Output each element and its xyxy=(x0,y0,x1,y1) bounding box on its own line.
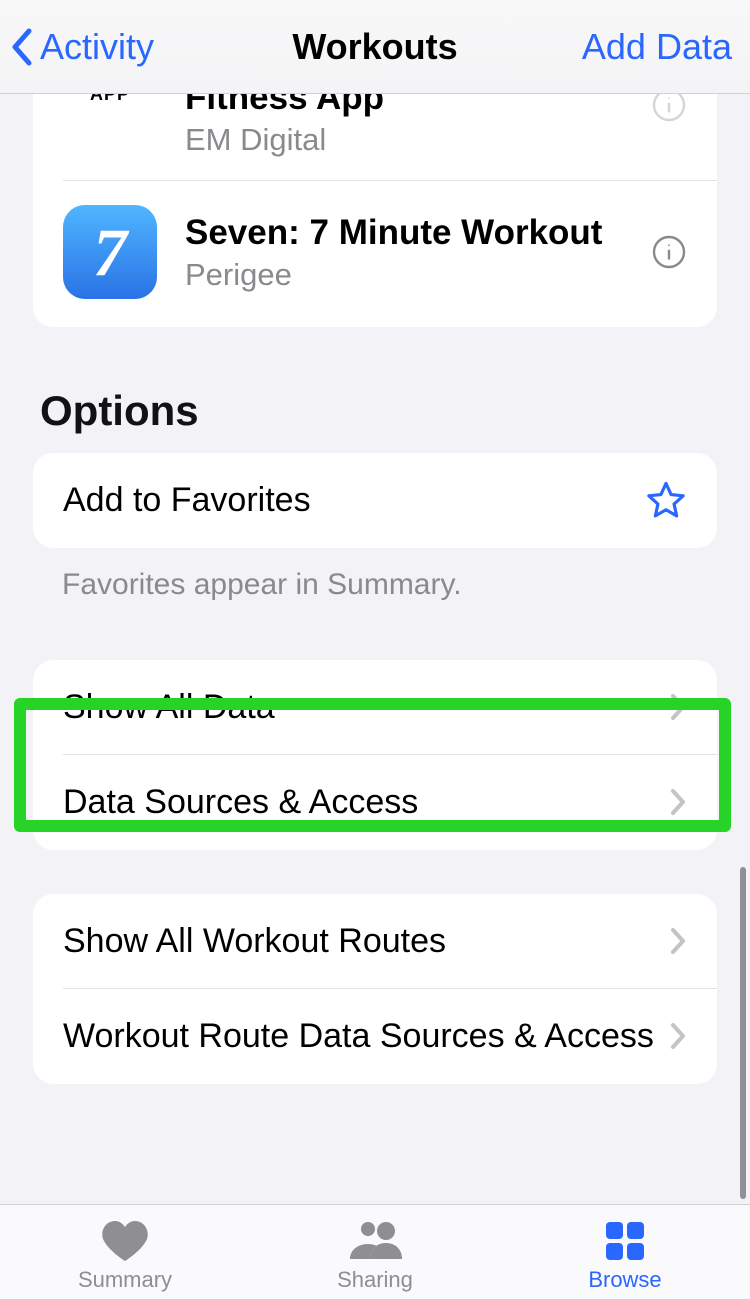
star-icon xyxy=(645,479,687,521)
app-title: Fitness App xyxy=(185,94,651,120)
content-scroll[interactable]: APP Fitness App EM Digital 7 Seven: 7 Mi… xyxy=(0,94,750,1084)
heart-icon xyxy=(100,1219,150,1263)
app-text: Fitness App EM Digital xyxy=(185,98,651,158)
show-all-routes-row[interactable]: Show All Workout Routes xyxy=(33,894,717,989)
tab-label: Browse xyxy=(588,1267,661,1293)
data-sources-row[interactable]: Data Sources & Access xyxy=(63,754,717,850)
info-icon[interactable] xyxy=(651,234,687,270)
add-to-favorites-row[interactable]: Add to Favorites xyxy=(33,453,717,548)
data-sources-label: Data Sources & Access xyxy=(63,781,669,824)
info-icon[interactable] xyxy=(651,94,687,123)
people-icon xyxy=(344,1219,406,1263)
options-header: Options xyxy=(40,387,710,435)
chevron-right-icon xyxy=(669,1021,687,1051)
app-title: Seven: 7 Minute Workout xyxy=(185,211,651,255)
chevron-left-icon xyxy=(10,27,34,67)
app-icon-label: APP xyxy=(90,94,130,105)
chevron-right-icon xyxy=(669,926,687,956)
grid-icon xyxy=(603,1219,647,1263)
show-all-data-row[interactable]: Show All Data xyxy=(33,660,717,755)
favorites-footnote: Favorites appear in Summary. xyxy=(62,568,710,602)
route-sources-row[interactable]: Workout Route Data Sources & Access xyxy=(63,988,717,1084)
chevron-right-icon xyxy=(669,692,687,722)
favorites-card: Add to Favorites xyxy=(33,453,717,548)
show-all-data-label: Show All Data xyxy=(63,686,669,729)
routes-card: Show All Workout Routes Workout Route Da… xyxy=(33,894,717,1084)
apps-card: APP Fitness App EM Digital 7 Seven: 7 Mi… xyxy=(33,94,717,327)
app-subtitle: EM Digital xyxy=(185,122,651,158)
tab-label: Summary xyxy=(78,1267,172,1293)
scroll-indicator[interactable] xyxy=(740,867,746,1199)
app-row-fitness[interactable]: APP Fitness App EM Digital xyxy=(63,94,717,180)
add-data-button[interactable]: Add Data xyxy=(582,26,732,68)
tab-bar: Summary Sharing Browse xyxy=(0,1204,750,1299)
back-label: Activity xyxy=(40,26,154,68)
app-icon-label: 7 xyxy=(93,213,127,292)
nav-bar: Activity Workouts Add Data xyxy=(0,0,750,94)
app-icon-seven: 7 xyxy=(63,205,157,299)
app-icon-fitness: APP xyxy=(63,94,157,124)
tab-sharing[interactable]: Sharing xyxy=(250,1205,500,1299)
add-to-favorites-label: Add to Favorites xyxy=(63,479,645,522)
tab-summary[interactable]: Summary xyxy=(0,1205,250,1299)
app-row-seven[interactable]: 7 Seven: 7 Minute Workout Perigee xyxy=(63,180,717,327)
tab-label: Sharing xyxy=(337,1267,413,1293)
back-button[interactable]: Activity xyxy=(10,26,154,68)
data-card: Show All Data Data Sources & Access xyxy=(33,660,717,850)
app-text: Seven: 7 Minute Workout Perigee xyxy=(185,211,651,293)
tab-browse[interactable]: Browse xyxy=(500,1205,750,1299)
route-sources-label: Workout Route Data Sources & Access xyxy=(63,1015,669,1058)
show-all-routes-label: Show All Workout Routes xyxy=(63,920,669,963)
app-subtitle: Perigee xyxy=(185,257,651,293)
chevron-right-icon xyxy=(669,787,687,817)
